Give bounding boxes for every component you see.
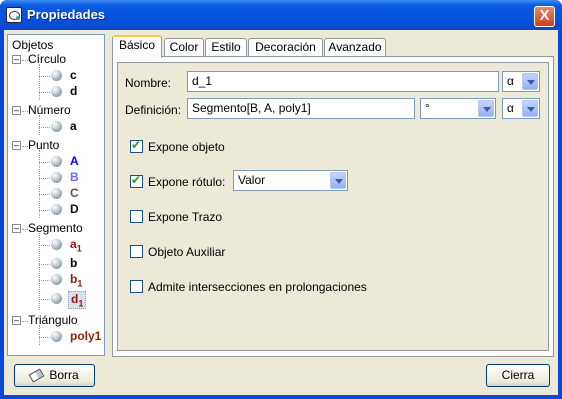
borra-label: Borra (49, 368, 79, 382)
definicion-alpha-combo[interactable]: α (502, 98, 540, 119)
title-bar[interactable]: Propiedades X (0, 0, 562, 30)
tab-decoracion[interactable]: Decoración (248, 38, 323, 57)
tree-item-label: B (70, 170, 79, 184)
chevron-down-icon (330, 172, 346, 189)
admite-intersecciones-checkbox[interactable] (130, 280, 143, 293)
tree-item-label: A (70, 154, 79, 168)
tree-collapse-toggle[interactable]: – (12, 316, 21, 325)
tree-item[interactable]: a1 (70, 237, 82, 253)
tree-collapse-toggle[interactable]: – (12, 141, 21, 150)
tree-item-label: poly1 (70, 329, 102, 343)
expone-rotulo-label: Expone rótulo: (148, 175, 226, 189)
tree-item-subscript: 1 (77, 278, 83, 289)
tree-item[interactable]: b (70, 256, 77, 270)
app-icon (6, 7, 22, 23)
tree-item[interactable]: b1 (70, 272, 82, 288)
tree-item[interactable]: C (70, 186, 79, 200)
eraser-icon (28, 368, 45, 383)
expone-trazo-label: Expone Trazo (148, 210, 223, 224)
expone-objeto-checkbox[interactable] (130, 138, 143, 153)
object-bullet-icon (51, 274, 62, 285)
nombre-alpha-combo[interactable]: α (502, 71, 540, 92)
tab-estilo[interactable]: Estilo (205, 38, 247, 57)
expone-trazo-checkbox[interactable] (130, 210, 143, 223)
tree-group-label[interactable]: Número (28, 103, 71, 117)
tree-item-label: a (70, 237, 77, 251)
tree-collapse-toggle[interactable]: – (12, 106, 21, 115)
tree-item-label: d (70, 84, 78, 98)
tree-group-label[interactable]: Punto (28, 138, 59, 152)
chevron-down-icon (522, 73, 538, 90)
object-bullet-icon (51, 293, 62, 304)
object-bullet-icon (51, 156, 62, 167)
tree-item-label: D (70, 202, 79, 216)
object-bullet-icon (51, 258, 62, 269)
tree-item[interactable]: D (70, 202, 79, 216)
object-bullet-icon (51, 204, 62, 215)
tree-item[interactable]: d (70, 84, 77, 98)
tab-basico[interactable]: Básico (112, 35, 162, 58)
object-bullet-icon (51, 239, 62, 250)
tab-color[interactable]: Color (164, 38, 204, 57)
object-bullet-icon (51, 331, 62, 342)
objeto-auxiliar-label: Objeto Auxiliar (148, 245, 226, 259)
object-bullet-icon (51, 172, 62, 183)
dialog-body: Objetos – Círculo c d – Número a – Punto A B C D – Seg… (4, 30, 558, 395)
borra-button[interactable]: Borra (14, 364, 95, 387)
tree-collapse-toggle[interactable]: – (12, 55, 21, 64)
alpha-symbol: α (507, 101, 514, 115)
object-bullet-icon (51, 188, 62, 199)
objeto-auxiliar-checkbox[interactable] (130, 245, 143, 258)
tree-root-label: Objetos (12, 38, 54, 52)
degree-combo[interactable]: ° (420, 98, 496, 119)
alpha-symbol: α (507, 74, 514, 88)
degree-symbol: ° (425, 101, 430, 115)
tree-item-subscript: 1 (76, 243, 82, 254)
tree-item[interactable]: poly1 (70, 329, 101, 343)
tree-group-label[interactable]: Triángulo (28, 313, 78, 327)
tree-collapse-toggle[interactable]: – (12, 224, 21, 233)
tree-item[interactable]: c (70, 68, 77, 82)
definicion-label: Definición: (125, 103, 182, 117)
cierra-button[interactable]: Cierra (486, 364, 550, 387)
window-title: Propiedades (27, 7, 106, 22)
properties-window: Propiedades X Objetos – Círculo c d – Número a… (0, 0, 562, 399)
object-bullet-icon (51, 121, 62, 132)
tree-item-label: a (70, 119, 77, 133)
basic-panel: Nombre: d_1 α Definición: Segmento[B, A,… (117, 62, 549, 351)
tab-panel: Nombre: d_1 α Definición: Segmento[B, A,… (112, 56, 554, 357)
definicion-field[interactable]: Segmento[B, A, poly1] (187, 98, 415, 119)
chevron-down-icon (522, 100, 538, 117)
object-bullet-icon (51, 86, 62, 97)
tree-item[interactable]: d1 (68, 291, 87, 310)
tree-group-label[interactable]: Segmento (28, 221, 83, 235)
rotulo-combo[interactable]: Valor (233, 170, 348, 191)
rotulo-value: Valor (238, 173, 266, 187)
nombre-label: Nombre: (125, 76, 172, 90)
tab-avanzado[interactable]: Avanzado (324, 38, 386, 57)
object-tree[interactable]: Objetos – Círculo c d – Número a – Punto A B C D – Seg… (7, 34, 105, 356)
tree-item[interactable]: A (70, 154, 79, 168)
object-bullet-icon (51, 70, 62, 81)
chevron-down-icon (478, 100, 494, 117)
close-button[interactable]: X (534, 6, 555, 27)
tree-item[interactable]: a (70, 119, 77, 133)
expone-objeto-label: Expone objeto (148, 140, 225, 154)
expone-rotulo-checkbox[interactable] (130, 173, 143, 188)
tree-item-label: C (70, 186, 79, 200)
tree-item-label: b (70, 256, 78, 270)
admite-intersecciones-label: Admite intersecciones en prolongaciones (148, 280, 367, 294)
tree-item-label: c (70, 68, 77, 82)
tree-group-label[interactable]: Círculo (28, 52, 66, 66)
nombre-field[interactable]: d_1 (187, 71, 499, 92)
tree-item[interactable]: B (70, 170, 79, 184)
tree-item-subscript: 1 (78, 298, 84, 309)
